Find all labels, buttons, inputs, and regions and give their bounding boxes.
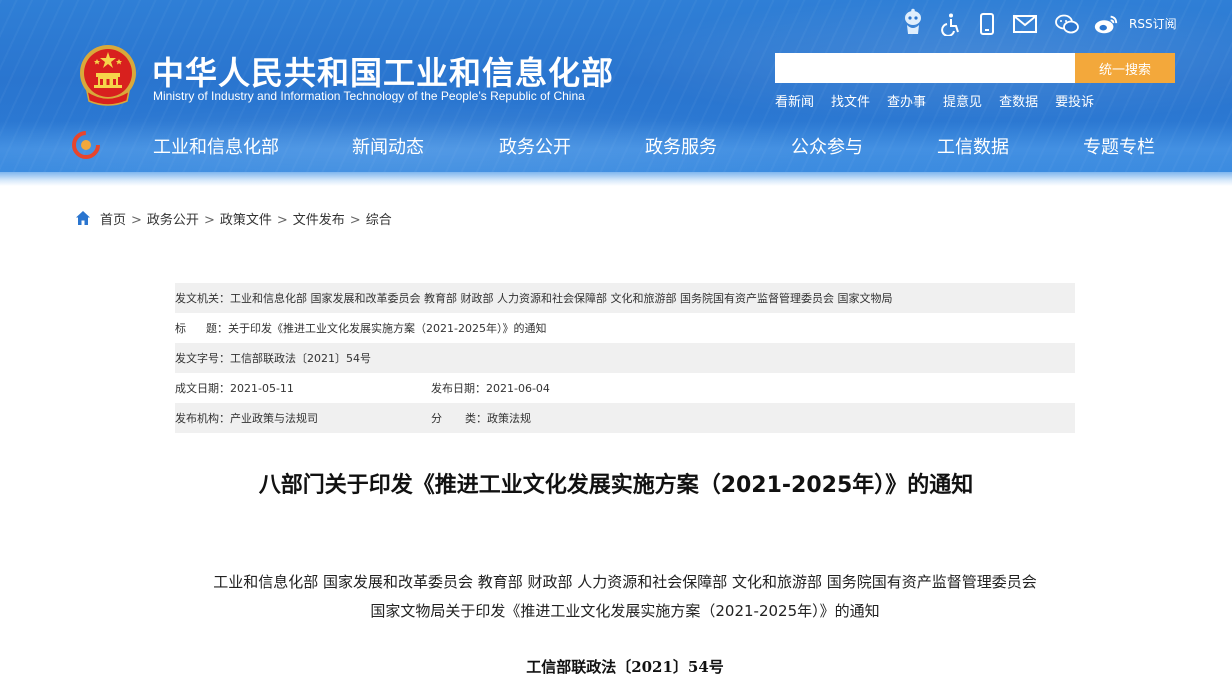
- home-icon[interactable]: [75, 210, 91, 226]
- header-divider: [0, 172, 1232, 186]
- meta-row-title: 标 题： 关于印发《推进工业文化发展实施方案（2021-2025年）》的通知: [175, 313, 1075, 343]
- breadcrumb-general[interactable]: 综合: [366, 213, 392, 228]
- search-input[interactable]: [775, 53, 1075, 83]
- breadcrumb-home[interactable]: 首页: [100, 213, 126, 228]
- breadcrumb-government-affairs[interactable]: 政务公开: [147, 213, 199, 228]
- national-emblem-icon[interactable]: [77, 43, 139, 109]
- main-nav: 工业和信息化部 新闻动态 政务公开 政务服务 公众参与 工信数据 专题专栏: [0, 128, 1232, 164]
- meta-value-title: 关于印发《推进工业文化发展实施方案（2021-2025年）》的通知: [228, 322, 547, 335]
- nav-item-services[interactable]: 政务服务: [645, 133, 717, 159]
- site-header: 中华人民共和国工业和信息化部 Ministry of Industry and …: [0, 0, 1232, 178]
- meta-label-issuer: 发文机关：: [175, 292, 230, 305]
- rss-subscribe-link[interactable]: RSS订阅: [1129, 15, 1177, 32]
- quick-link-files[interactable]: 找文件: [831, 91, 870, 110]
- meta-row-issuer: 发文机关： 工业和信息化部 国家发展和改革委员会 教育部 财政部 人力资源和社会…: [175, 283, 1075, 313]
- nav-item-data[interactable]: 工信数据: [937, 133, 1009, 159]
- meta-row-org: 发布机构： 产业政策与法规司 分 类： 政策法规: [175, 403, 1075, 433]
- meta-row-dates: 成文日期： 2021-05-11 发布日期： 2021-06-04: [175, 373, 1075, 403]
- breadcrumb-separator: >: [203, 213, 215, 228]
- mobile-icon[interactable]: [974, 11, 1000, 37]
- quick-link-services[interactable]: 查办事: [887, 91, 926, 110]
- quick-link-data[interactable]: 查数据: [999, 91, 1038, 110]
- breadcrumb-file-release[interactable]: 文件发布: [293, 213, 345, 228]
- breadcrumb-separator: >: [349, 213, 361, 228]
- site-title[interactable]: 中华人民共和国工业和信息化部: [152, 48, 614, 94]
- wechat-icon[interactable]: [1054, 11, 1080, 37]
- nav-item-public-participation[interactable]: 公众参与: [791, 133, 863, 159]
- meta-row-docno: 发文字号： 工信部联政法〔2021〕54号: [175, 343, 1075, 373]
- nav-item-topics[interactable]: 专题专栏: [1083, 133, 1155, 159]
- meta-label-category-b: 类：: [465, 412, 487, 425]
- meta-value-category: 政策法规: [487, 412, 531, 425]
- breadcrumb-separator: >: [276, 213, 288, 228]
- meta-value-docno: 工信部联政法〔2021〕54号: [230, 352, 371, 365]
- article-document-number: 工信部联政法〔2021〕54号: [526, 658, 724, 676]
- meta-label-written-date: 成文日期：: [175, 382, 230, 395]
- meta-label-published-date: 发布日期：: [431, 382, 486, 395]
- mail-icon[interactable]: [1012, 11, 1038, 37]
- quick-links: 看新闻 找文件 查办事 提意见 查数据 要投诉: [775, 91, 1111, 110]
- quick-link-complaint[interactable]: 要投诉: [1055, 91, 1094, 110]
- quick-link-news[interactable]: 看新闻: [775, 91, 814, 110]
- breadcrumb-separator: >: [131, 213, 142, 228]
- nav-item-news[interactable]: 新闻动态: [352, 133, 424, 159]
- nav-item-government-affairs[interactable]: 政务公开: [499, 133, 571, 159]
- meta-value-published-date: 2021-06-04: [486, 381, 550, 395]
- robot-assistant-icon[interactable]: [900, 8, 926, 35]
- unified-search-button[interactable]: 统一搜索: [1075, 53, 1175, 83]
- nav-item-ministry[interactable]: 工业和信息化部: [153, 133, 279, 159]
- site-title-english: Ministry of Industry and Information Tec…: [153, 89, 585, 103]
- meta-value-org: 产业政策与法规司: [230, 412, 318, 425]
- meta-label-docno: 发文字号：: [175, 352, 230, 365]
- document-metadata: 发文机关： 工业和信息化部 国家发展和改革委员会 教育部 财政部 人力资源和社会…: [175, 283, 1075, 433]
- article-intro-line-2: 国家文物局关于印发《推进工业文化发展实施方案（2021-2025年）》的通知: [370, 602, 880, 620]
- quick-link-feedback[interactable]: 提意见: [943, 91, 982, 110]
- weibo-icon[interactable]: [1093, 11, 1119, 37]
- article-intro-line-1: 工业和信息化部 国家发展和改革委员会 教育部 财政部 人力资源和社会保障部 文化…: [213, 573, 1037, 591]
- meta-value-written-date: 2021-05-11: [230, 381, 294, 395]
- meta-label-org: 发布机构：: [175, 412, 230, 425]
- article-intro: 工业和信息化部 国家发展和改革委员会 教育部 财政部 人力资源和社会保障部 文化…: [0, 568, 1232, 626]
- meta-label-title-b: 题：: [206, 322, 228, 335]
- meta-value-issuer: 工业和信息化部 国家发展和改革委员会 教育部 财政部 人力资源和社会保障部 文化…: [230, 292, 893, 305]
- article-title: 八部门关于印发《推进工业文化发展实施方案（2021-2025年）》的通知: [258, 473, 974, 498]
- accessibility-icon[interactable]: [938, 11, 964, 37]
- meta-label-title-a: 标: [175, 322, 186, 335]
- meta-label-category-a: 分: [431, 412, 442, 425]
- breadcrumb-policy-files[interactable]: 政策文件: [220, 213, 272, 228]
